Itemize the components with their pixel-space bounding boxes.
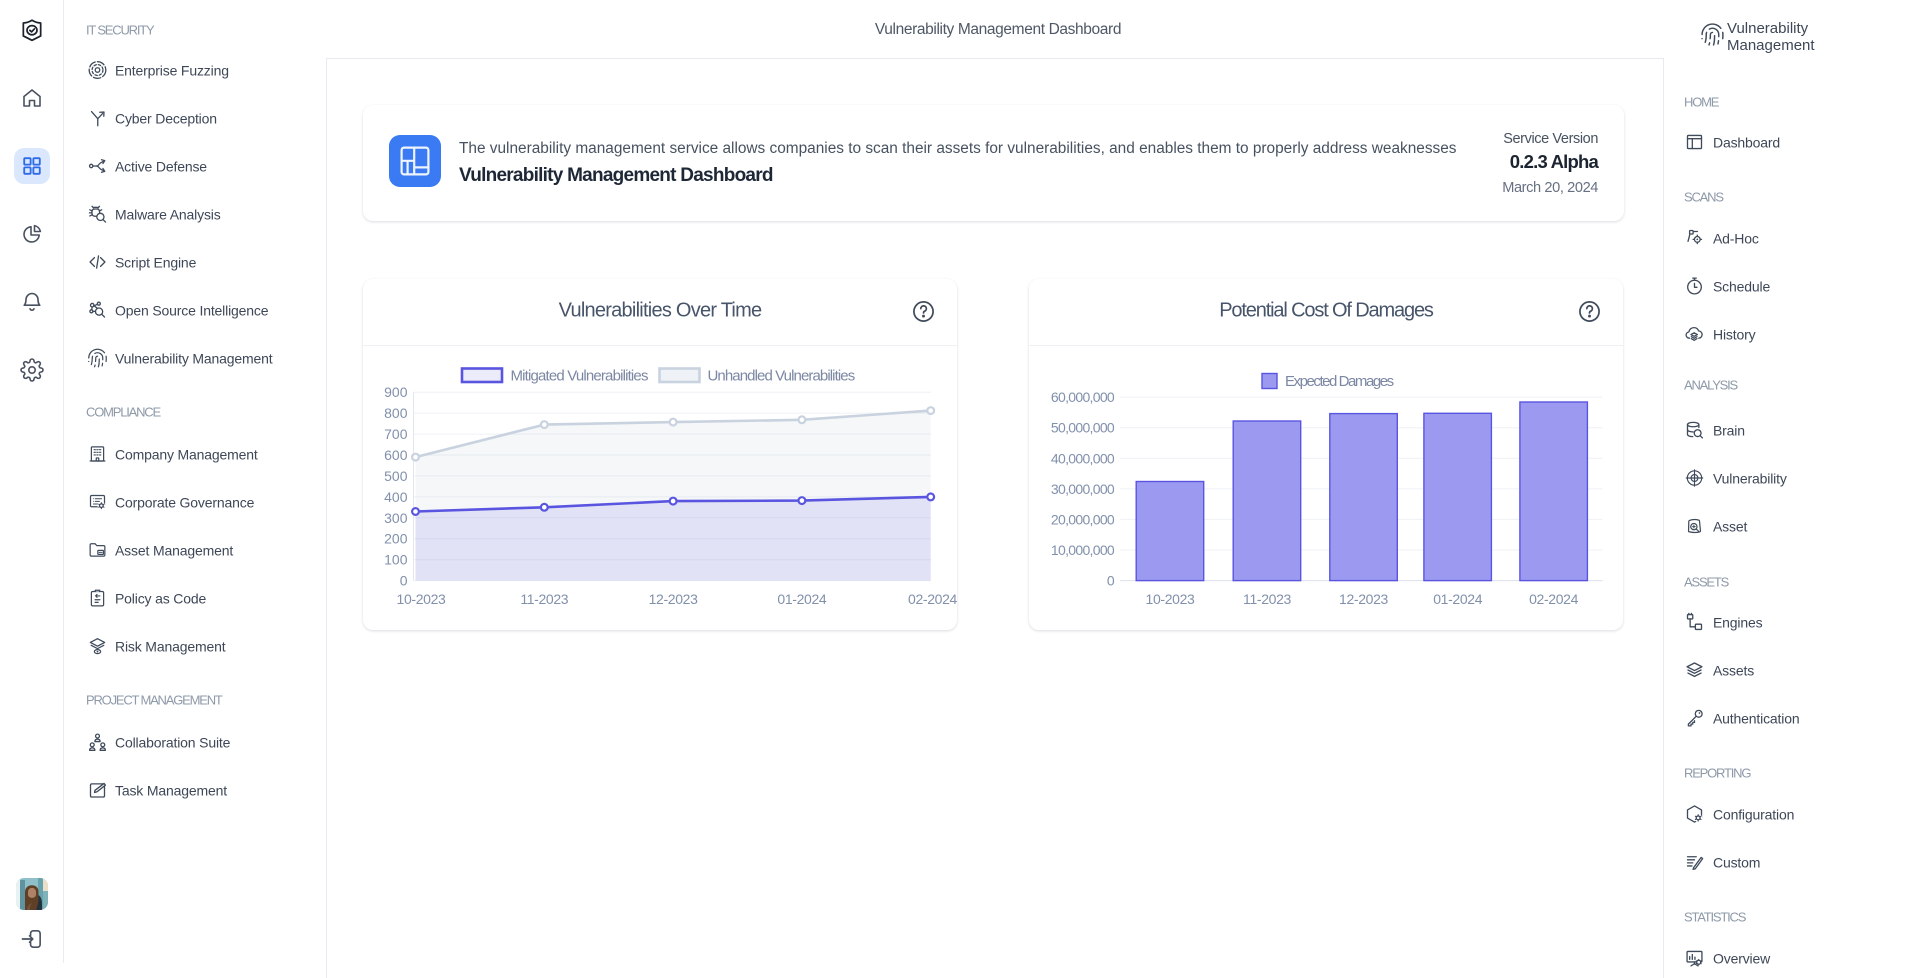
svg-text:10-2023: 10-2023 xyxy=(397,591,446,607)
svg-text:30,000,000: 30,000,000 xyxy=(1051,481,1115,497)
svg-text:40,000,000: 40,000,000 xyxy=(1051,450,1115,466)
svg-text:02-2024: 02-2024 xyxy=(908,591,957,607)
svg-text:0: 0 xyxy=(400,573,408,589)
svg-text:20,000,000: 20,000,000 xyxy=(1051,511,1115,527)
svg-text:11-2023: 11-2023 xyxy=(520,591,568,607)
svg-text:900: 900 xyxy=(384,384,408,400)
svg-text:50,000,000: 50,000,000 xyxy=(1051,420,1115,436)
svg-text:02-2024: 02-2024 xyxy=(1529,591,1578,607)
svg-text:11-2023: 11-2023 xyxy=(1243,591,1291,607)
svg-text:Expected Damages: Expected Damages xyxy=(1285,373,1394,390)
svg-text:400: 400 xyxy=(384,489,408,505)
svg-text:200: 200 xyxy=(384,531,408,547)
svg-text:01-2024: 01-2024 xyxy=(777,591,826,607)
svg-text:01-2024: 01-2024 xyxy=(1433,591,1482,607)
svg-text:700: 700 xyxy=(384,426,408,442)
svg-text:300: 300 xyxy=(384,510,408,526)
svg-text:10,000,000: 10,000,000 xyxy=(1051,542,1115,558)
svg-text:10-2023: 10-2023 xyxy=(1146,591,1195,607)
svg-text:12-2023: 12-2023 xyxy=(649,591,698,607)
svg-text:500: 500 xyxy=(384,468,408,484)
svg-text:Unhandled Vulnerabilities: Unhandled Vulnerabilities xyxy=(708,368,855,385)
svg-text:12-2023: 12-2023 xyxy=(1339,591,1388,607)
svg-text:0: 0 xyxy=(1107,573,1115,589)
svg-text:100: 100 xyxy=(384,552,408,568)
svg-text:60,000,000: 60,000,000 xyxy=(1051,389,1115,405)
svg-text:800: 800 xyxy=(384,405,408,421)
svg-text:Mitigated Vulnerabilities: Mitigated Vulnerabilities xyxy=(511,368,648,385)
svg-text:600: 600 xyxy=(384,447,408,463)
